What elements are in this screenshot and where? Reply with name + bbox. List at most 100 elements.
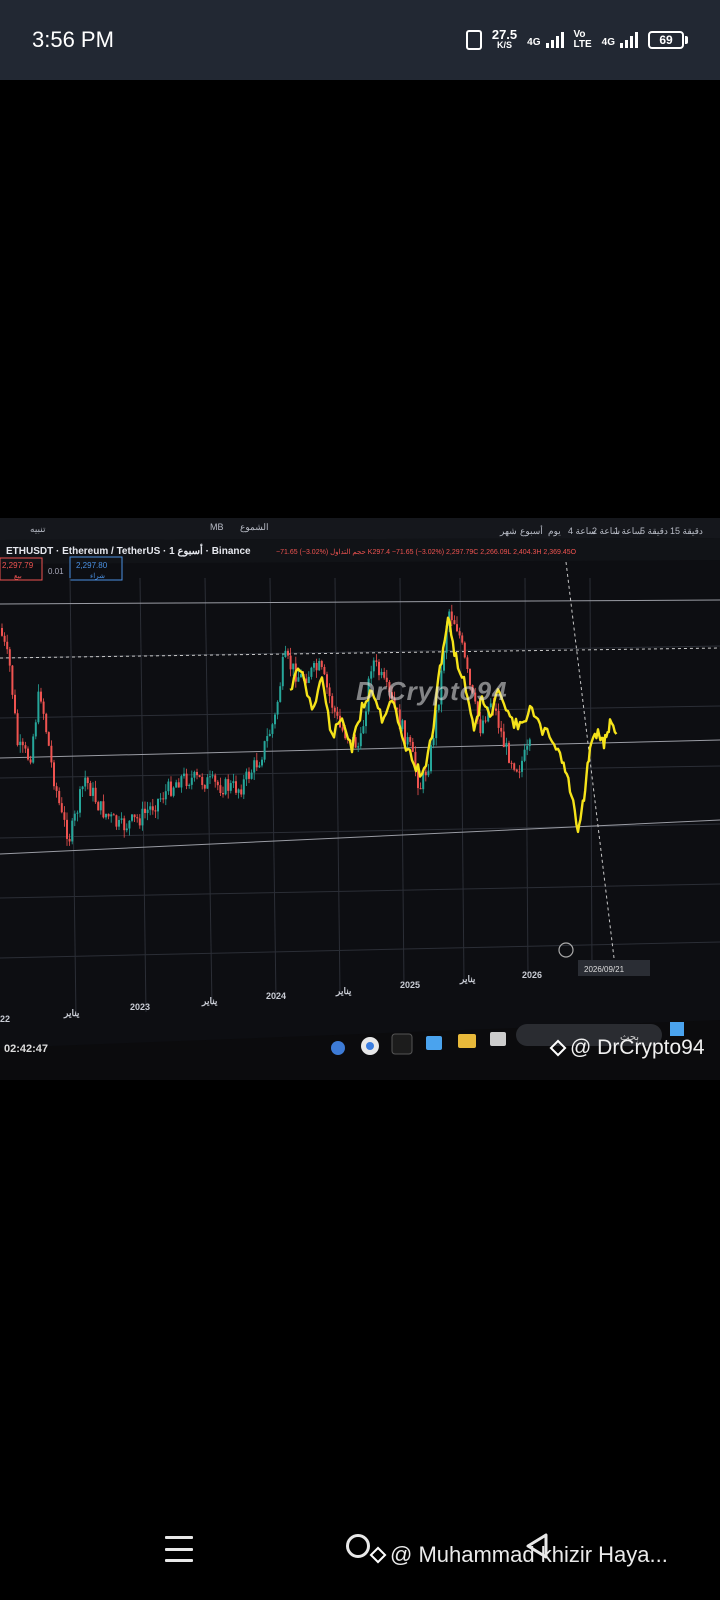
candle	[157, 798, 159, 812]
candle	[131, 814, 133, 821]
candle	[333, 707, 336, 712]
candle	[258, 765, 261, 768]
candle	[159, 798, 162, 800]
candle	[149, 806, 152, 810]
timeframe-5m: 5 دقيقة	[640, 526, 668, 536]
candle	[510, 762, 513, 764]
candle	[336, 711, 339, 716]
ohlc-line: −71.65 (−3.02%) حجم التداول K297.4 −71.6…	[276, 548, 577, 556]
chart-watermark: DrCrypto94	[356, 676, 508, 706]
candle	[518, 771, 521, 773]
candle	[76, 812, 79, 814]
candle	[172, 787, 175, 796]
edge-icon	[426, 1036, 442, 1050]
x-tick-5: 2024	[266, 991, 286, 1001]
candle	[378, 661, 380, 676]
candle	[281, 657, 284, 687]
candle	[362, 726, 365, 734]
candle	[255, 760, 258, 768]
candle	[141, 808, 144, 826]
candle	[94, 787, 97, 803]
binance-icon	[549, 1039, 567, 1057]
candle-series	[1, 604, 531, 846]
candle	[42, 701, 45, 714]
candle	[242, 779, 245, 795]
candle	[331, 696, 334, 708]
network-speed-value: 27.5	[491, 27, 518, 42]
candle	[263, 741, 266, 760]
candle	[409, 737, 412, 742]
symbol-line: ETHUSDT · Ethereum / TetherUS · 1 أسبوع …	[6, 544, 251, 557]
candle	[118, 819, 120, 827]
candle	[450, 611, 453, 621]
candle	[219, 785, 222, 794]
taskbar-clock: 02:42:47	[4, 1043, 48, 1055]
overlay-handle: @ DrCrypto94	[549, 1036, 705, 1060]
buy-price: 2,297.80	[76, 561, 108, 570]
candle	[27, 748, 29, 760]
network-speed: 27.5 K/S	[491, 27, 518, 51]
candle	[115, 815, 118, 827]
candle	[307, 676, 310, 683]
copilot-icon	[331, 1041, 345, 1055]
x-tick-3: 2023	[130, 1002, 150, 1012]
candle	[58, 790, 61, 804]
candle	[271, 724, 274, 734]
candle	[266, 736, 269, 742]
candle	[92, 787, 94, 796]
candle	[229, 783, 232, 791]
candle	[279, 686, 282, 702]
candle	[180, 776, 183, 788]
candle	[206, 777, 209, 789]
candle	[318, 661, 321, 671]
candle	[237, 789, 240, 793]
candle	[3, 635, 6, 642]
candle	[55, 786, 58, 791]
home-icon[interactable]	[346, 1534, 370, 1558]
x-tick-2: يناير	[63, 1008, 80, 1019]
resistance-line	[0, 599, 720, 605]
candle	[401, 720, 404, 730]
candle	[53, 762, 55, 787]
candle	[185, 773, 188, 786]
projection-path	[289, 616, 618, 834]
candle	[79, 789, 81, 813]
candle	[110, 814, 113, 817]
candle	[190, 777, 193, 785]
candle	[463, 642, 466, 658]
candle	[29, 759, 32, 763]
candle	[125, 828, 128, 831]
candle	[177, 782, 180, 788]
candle	[274, 714, 276, 725]
candle	[37, 691, 40, 723]
candle	[21, 741, 24, 746]
timeframe-day: يوم	[548, 526, 561, 537]
candle	[300, 674, 302, 678]
candle	[123, 818, 126, 831]
candle	[188, 784, 191, 786]
candle	[105, 813, 107, 818]
clock-time: 3:56 PM	[32, 27, 114, 52]
candle	[526, 746, 529, 750]
candle	[120, 818, 123, 820]
candle	[240, 789, 243, 795]
candle	[508, 742, 510, 763]
toolbar-label-2: MB	[210, 522, 224, 532]
x-tick-1: 22	[0, 1014, 10, 1024]
candle	[128, 820, 131, 829]
candle	[45, 713, 48, 733]
sell-price: 2,297.79	[2, 561, 34, 570]
toolbar-label-1: تنبيه	[30, 524, 46, 534]
timeframe-1h: 1 ساعة	[614, 526, 642, 536]
candle	[276, 701, 279, 715]
recent-apps-icon[interactable]	[165, 1536, 193, 1562]
candle	[224, 779, 227, 795]
candle	[461, 635, 464, 643]
timeframe-month: شهر	[499, 526, 517, 537]
candle	[320, 661, 323, 667]
back-icon[interactable]	[524, 1532, 550, 1560]
network-speed-unit: K/S	[496, 40, 512, 50]
candle	[50, 745, 53, 763]
candle	[521, 760, 523, 772]
candle	[287, 650, 289, 656]
